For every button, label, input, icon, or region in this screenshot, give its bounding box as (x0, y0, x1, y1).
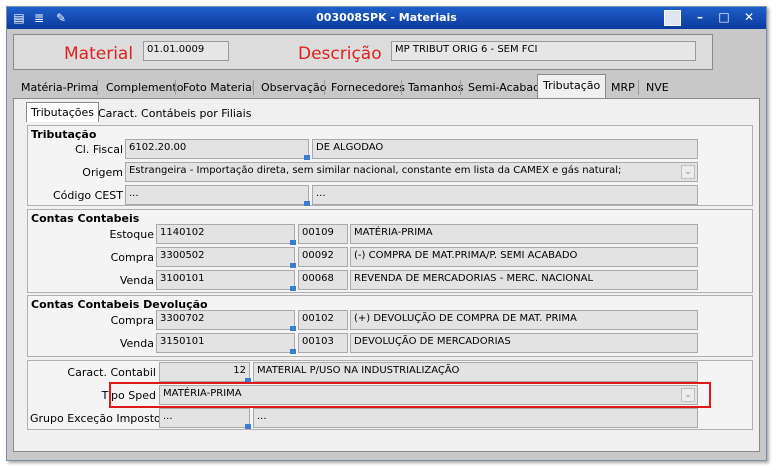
compra-descricao-input: (-) COMPRA DE MAT.PRIMA/P. SEMI ACABADO (350, 247, 698, 267)
title-bar: ▤ ≣ ✎ 003008SPK - Materiais – □ ✕ (7, 7, 766, 29)
tipo-sped-highlight (109, 382, 711, 408)
venda-descricao-input: REVENDA DE MERCADORIAS - MERC. NACIONAL (350, 270, 698, 290)
subtab-tributacoes[interactable]: Tributações (26, 102, 99, 122)
descricao-field[interactable]: MP TRIBUT ORIG 6 - SEM FCI (391, 41, 696, 61)
cl-fiscal-desc-input: DE ALGODAO (312, 139, 698, 159)
tributacao-title: Tributação (31, 128, 97, 141)
venda-conta-input[interactable]: 3100101 (156, 270, 295, 290)
cl-fiscal-label: Cl. Fiscal (75, 143, 123, 156)
dev-venda-codigo-input: 00103 (298, 333, 348, 353)
caract-contabil-desc-input: MATERIAL P/USO NA INDUSTRIALIZAÇÃO (253, 362, 698, 382)
dev-compra-conta-input[interactable]: 3300702 (156, 310, 295, 330)
materiais-window: ▤ ≣ ✎ 003008SPK - Materiais – □ ✕ Materi… (6, 6, 767, 461)
dev-venda-descricao-input: DEVOLUÇÃO DE MERCADORIAS (350, 333, 698, 353)
cl-fiscal-code-input[interactable]: 6102.20.00 (125, 139, 309, 159)
minimize-icon[interactable]: – (691, 10, 709, 26)
dev-venda-label: Venda (119, 337, 154, 350)
contas-devolucao-panel: Contas Contabeis Devolução Compra 330070… (27, 295, 753, 357)
dev-venda-conta-input[interactable]: 3150101 (156, 333, 295, 353)
compra-label: Compra (110, 251, 154, 264)
image-button[interactable] (664, 10, 681, 26)
caract-contabil-label: Caract. Contabil (67, 366, 156, 379)
origem-select[interactable]: Estrangeira - Importação direta, sem sim… (125, 162, 698, 182)
cest-label: Código CEST (53, 189, 123, 202)
estoque-codigo-input: 00109 (298, 224, 348, 244)
grupo-excecao-desc-input: ... (253, 408, 698, 428)
tab-foto-material[interactable]: Foto Material (178, 78, 260, 99)
material-header: Material 01.01.0009 Descrição MP TRIBUT … (13, 34, 713, 70)
cest-lookup-icon[interactable] (304, 201, 310, 206)
origem-value: Estrangeira - Importação direta, sem sim… (129, 165, 622, 176)
origem-label: Origem (82, 166, 123, 179)
material-label: Material (64, 44, 134, 64)
compra-lookup-icon[interactable] (290, 263, 296, 268)
contas-title: Contas Contabeis (31, 212, 140, 225)
tab-mrp[interactable]: MRP (606, 78, 640, 99)
tab-observacao[interactable]: Observação (256, 78, 331, 99)
contas-contabeis-panel: Contas Contabeis Estoque 1140102 00109 M… (27, 209, 753, 293)
tab-tamanhos[interactable]: Tamanhos (403, 78, 469, 99)
compra-codigo-input: 00092 (298, 247, 348, 267)
cl-fiscal-lookup-icon[interactable] (304, 155, 310, 160)
tab-materia-prima[interactable]: Matéria-Prima (16, 78, 103, 99)
estoque-conta-input[interactable]: 1140102 (156, 224, 295, 244)
status-bar (13, 453, 760, 459)
maximize-icon[interactable]: □ (715, 10, 733, 26)
tab-nve[interactable]: NVE (641, 78, 674, 99)
compra-conta-input[interactable]: 3300502 (156, 247, 295, 267)
dev-compra-label: Compra (110, 314, 154, 327)
estoque-lookup-icon[interactable] (290, 240, 296, 245)
cest-desc-input: ... (312, 185, 698, 205)
grupo-lookup-icon[interactable] (245, 424, 251, 429)
grupo-excecao-label: Grupo Exceção Imposto (30, 412, 161, 425)
tab-tributacao[interactable]: Tributação (537, 74, 607, 99)
dev-compra-descricao-input: (+) DEVOLUÇÃO DE COMPRA DE MAT. PRIMA (350, 310, 698, 330)
tab-fornecedores[interactable]: Fornecedores (326, 78, 410, 99)
chevron-down-icon[interactable]: ⌄ (681, 165, 695, 179)
venda-lookup-icon[interactable] (290, 286, 296, 291)
grupo-excecao-code-input[interactable]: ... (159, 408, 250, 428)
estoque-descricao-input: MATÉRIA-PRIMA (350, 224, 698, 244)
cest-code-input[interactable]: ... (125, 185, 309, 205)
material-code-field[interactable]: 01.01.0009 (143, 41, 229, 61)
window-title: 003008SPK - Materiais (316, 11, 457, 24)
dev-compra-codigo-input: 00102 (298, 310, 348, 330)
tributacao-panel: Tributação Cl. Fiscal 6102.20.00 DE ALGO… (27, 125, 753, 206)
tab-content: Tributações Caract. Contábeis por Filiai… (13, 98, 760, 452)
estoque-label: Estoque (109, 228, 154, 241)
caract-contabil-code-input[interactable]: 12 (159, 362, 250, 382)
descricao-label: Descrição (298, 44, 382, 64)
close-icon[interactable]: ✕ (740, 10, 758, 26)
subtab-caract-contabeis[interactable]: Caract. Contábeis por Filiais (94, 104, 255, 124)
dev-venda-lookup-icon[interactable] (290, 349, 296, 354)
dev-compra-lookup-icon[interactable] (290, 326, 296, 331)
venda-codigo-input: 00068 (298, 270, 348, 290)
venda-label: Venda (119, 274, 154, 287)
